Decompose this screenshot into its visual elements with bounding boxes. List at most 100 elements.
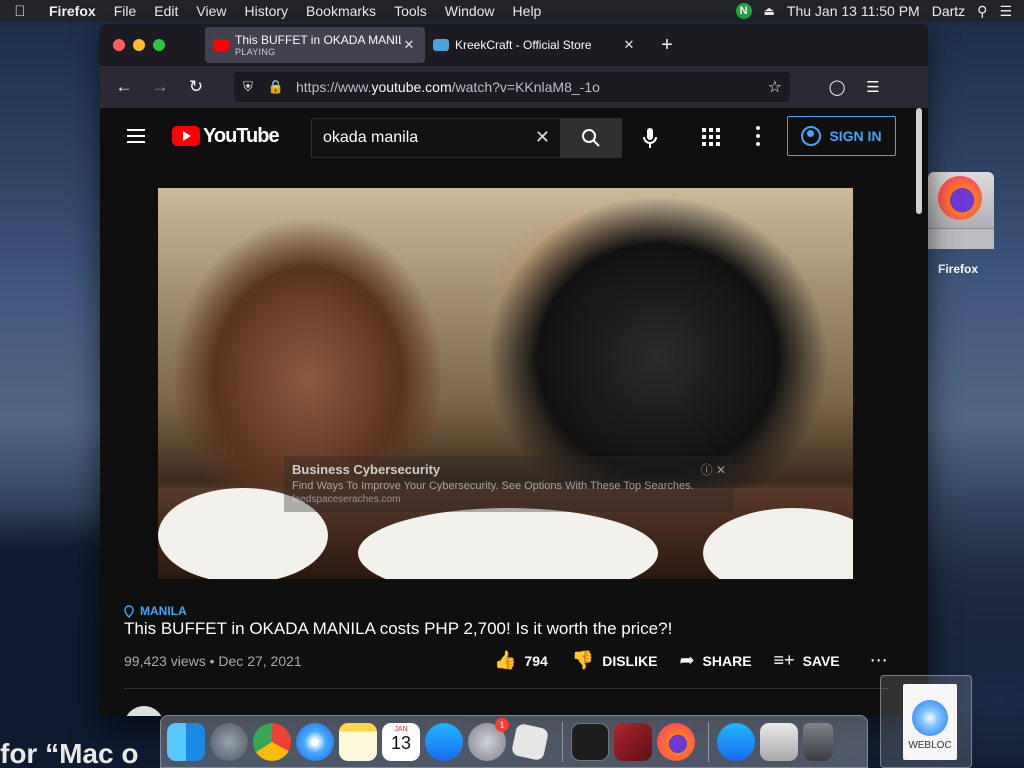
- share-button[interactable]: ➦ SHARE: [679, 650, 751, 671]
- back-button[interactable]: ←: [106, 77, 142, 97]
- search-button[interactable]: [560, 118, 622, 158]
- apple-logo-icon[interactable]: : [0, 3, 40, 20]
- video-actions: 👍 794 👎 DISLIKE ➦ SHARE ≡+ SAVE ⋯: [494, 650, 888, 671]
- photo-booth-icon[interactable]: [614, 722, 652, 761]
- ad-close-icon[interactable]: ⓘ ✕: [701, 461, 726, 478]
- ad-text: Find Ways To Improve Your Cybersecurity.…: [292, 480, 694, 492]
- menu-bar:  Firefox File Edit View History Bookmar…: [0, 0, 1024, 22]
- forward-button[interactable]: →: [142, 77, 178, 97]
- control-center-icon[interactable]: ☰: [999, 3, 1012, 20]
- terminal-icon[interactable]: [571, 722, 609, 761]
- menu-view[interactable]: View: [187, 3, 235, 19]
- notification-badge: 1: [495, 717, 509, 732]
- thumbs-down-icon: 👎: [571, 650, 595, 670]
- app-store-icon[interactable]: [425, 722, 463, 761]
- spotlight-search-icon[interactable]: ⚲: [977, 3, 987, 20]
- clear-search-icon[interactable]: ✕: [535, 127, 550, 148]
- location-tag[interactable]: MANILA: [124, 604, 187, 618]
- minimize-window-button[interactable]: [133, 39, 145, 51]
- menu-user[interactable]: Dartz: [932, 3, 965, 19]
- menu-help[interactable]: Help: [504, 3, 551, 19]
- system-preferences-icon[interactable]: 1: [468, 717, 509, 768]
- search-input[interactable]: okada manila ✕: [311, 118, 561, 158]
- location-pin-icon: [124, 604, 134, 618]
- chrome-icon[interactable]: [253, 722, 291, 768]
- sign-in-label: SIGN IN: [829, 128, 882, 144]
- calendar-icon[interactable]: JAN 13: [382, 722, 420, 761]
- webloc-file-icon[interactable]: WEBLOC: [880, 675, 972, 768]
- menu-firefox[interactable]: Firefox: [40, 3, 105, 19]
- settings-kebab-icon[interactable]: [756, 126, 760, 146]
- scrollbar-thumb[interactable]: [916, 108, 922, 214]
- video-overlay-ad[interactable]: Business Cybersecurity Find Ways To Impr…: [284, 456, 734, 512]
- youtube-favicon-icon: [213, 39, 229, 51]
- playlist-add-icon: ≡+: [773, 650, 795, 670]
- menu-tools[interactable]: Tools: [385, 3, 436, 19]
- microphone-icon: [643, 128, 657, 148]
- menu-extras: N ⏏ Thu Jan 13 11:50 PM Dartz ⚲ ☰: [735, 0, 1024, 22]
- desktop-firefox-disk-icon[interactable]: [928, 172, 994, 249]
- safari-icon[interactable]: [296, 722, 334, 761]
- menu-history[interactable]: History: [235, 3, 297, 19]
- tab-strip: This BUFFET in OKADA MANILA PLAYING ✕ Kr…: [100, 24, 928, 66]
- app-store-downloads-icon[interactable]: [717, 722, 755, 761]
- ad-domain: feedspaceseraches.com: [292, 494, 401, 505]
- like-button[interactable]: 👍 794: [494, 650, 548, 671]
- webloc-label: WEBLOC: [908, 740, 952, 751]
- launchpad-icon[interactable]: [210, 722, 248, 761]
- close-tab-icon[interactable]: ✕: [401, 37, 417, 53]
- reload-button[interactable]: ↻: [178, 77, 214, 97]
- tab-title: KreekCraft - Official Store: [455, 38, 592, 52]
- hamburger-menu-icon[interactable]: [127, 129, 145, 143]
- eject-icon[interactable]: ⏏: [764, 4, 775, 18]
- youtube-page: YouTube okada manila ✕ SIGN IN Business …: [100, 108, 916, 716]
- roblox-icon[interactable]: [510, 722, 550, 761]
- apps-grid-icon[interactable]: [702, 128, 720, 146]
- tab-youtube-video[interactable]: This BUFFET in OKADA MANILA PLAYING ✕: [205, 27, 425, 63]
- sign-in-button[interactable]: SIGN IN: [787, 116, 896, 156]
- pocket-icon[interactable]: ◯: [826, 78, 848, 96]
- firefox-logo-icon: [938, 176, 982, 220]
- document-icon: WEBLOC: [903, 684, 957, 760]
- close-tab-icon[interactable]: ✕: [621, 37, 637, 53]
- video-title: This BUFFET in OKADA MANILA costs PHP 2,…: [124, 619, 673, 638]
- url-text[interactable]: https://www.youtube.com/watch?v=KKnlaM8_…: [296, 79, 600, 95]
- url-bar[interactable]: ⛨ 🔒 https://www.youtube.com/watch?v=KKnl…: [234, 72, 790, 102]
- menu-window[interactable]: Window: [436, 3, 504, 19]
- app-menu-icon[interactable]: ☰: [862, 78, 884, 96]
- trash-icon[interactable]: [803, 722, 833, 761]
- background-window-text: for “Mac o: [0, 738, 139, 768]
- preview-icon[interactable]: [760, 722, 798, 761]
- zoom-window-button[interactable]: [153, 39, 165, 51]
- youtube-logo[interactable]: YouTube: [172, 124, 280, 148]
- close-window-button[interactable]: [113, 39, 125, 51]
- new-tab-button[interactable]: +: [655, 34, 679, 57]
- lock-icon[interactable]: 🔒: [262, 79, 290, 95]
- channel-avatar[interactable]: [124, 706, 164, 716]
- youtube-wordmark: YouTube: [203, 124, 280, 147]
- menu-file[interactable]: File: [105, 3, 146, 19]
- save-button[interactable]: ≡+ SAVE: [774, 650, 840, 671]
- notes-icon[interactable]: [339, 722, 377, 761]
- page-scrollbar[interactable]: [915, 108, 923, 216]
- menu-edit[interactable]: Edit: [145, 3, 187, 19]
- more-actions-button[interactable]: ⋯: [870, 650, 888, 671]
- tab-kreekcraft-store[interactable]: KreekCraft - Official Store ✕: [425, 27, 645, 63]
- shield-icon[interactable]: ⛨: [234, 79, 262, 95]
- n-status-icon[interactable]: N: [735, 3, 752, 19]
- dislike-button[interactable]: 👎 DISLIKE: [572, 650, 658, 671]
- video-player[interactable]: Business Cybersecurity Find Ways To Impr…: [158, 188, 853, 579]
- youtube-header: YouTube okada manila ✕ SIGN IN: [100, 108, 916, 164]
- menu-clock[interactable]: Thu Jan 13 11:50 PM: [787, 3, 920, 19]
- share-label: SHARE: [702, 652, 752, 669]
- tab-title-wrap: This BUFFET in OKADA MANILA PLAYING: [235, 33, 401, 57]
- voice-search-button[interactable]: [638, 124, 662, 152]
- finder-icon[interactable]: [167, 722, 205, 768]
- bookmark-star-icon[interactable]: ☆: [768, 77, 782, 97]
- menu-bookmarks[interactable]: Bookmarks: [297, 3, 385, 19]
- desktop-firefox-label: Firefox: [937, 262, 978, 276]
- ad-title: Business Cybersecurity: [292, 462, 441, 477]
- dislike-label: DISLIKE: [602, 652, 658, 669]
- upload-date: Dec 27, 2021: [218, 653, 302, 669]
- firefox-icon[interactable]: [657, 722, 695, 768]
